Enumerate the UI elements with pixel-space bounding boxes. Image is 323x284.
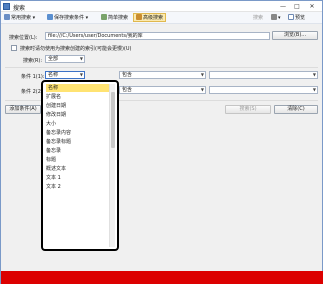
dropdown-item[interactable]: 备忘录标题 xyxy=(46,138,71,146)
minimize-button[interactable]: — xyxy=(277,2,289,11)
advanced-search-icon xyxy=(136,14,142,20)
no-index-checkbox-label: 搜索时请勿使用为搜索创建的索引(可能会更慢)(U) xyxy=(20,46,132,52)
chevron-down-icon: ▾ xyxy=(84,15,89,21)
advanced-search-button[interactable]: 高级搜索 xyxy=(133,13,167,22)
dropdown-item-selected[interactable]: 名称 xyxy=(46,84,110,92)
maximize-button[interactable]: □ xyxy=(291,2,303,11)
dropdown-item[interactable]: 备忘录内容 xyxy=(46,129,71,137)
dropdown-item[interactable]: 概述文本 xyxy=(46,165,66,173)
chevron-down-icon: ▾ xyxy=(31,15,36,21)
chevron-down-icon: ▼ xyxy=(200,87,204,92)
simple-search-icon xyxy=(101,14,107,20)
location-field[interactable]: file:///C:/Users/user/Documents/我的库 xyxy=(45,32,270,40)
toolbar: 常用搜索 ▾ 保存搜索条件 ▾ 简单搜索 高级搜索 搜索 ▾ 预览 xyxy=(1,12,322,24)
dropdown-item[interactable]: 修改日期 xyxy=(46,111,66,119)
save-icon xyxy=(47,14,53,20)
common-search-button[interactable]: 常用搜索 ▾ xyxy=(4,14,35,22)
save-search-conditions-button[interactable]: 保存搜索条件 ▾ xyxy=(47,14,88,22)
scrollbar-thumb[interactable] xyxy=(111,92,115,148)
browse-button[interactable]: 浏览(B)... xyxy=(272,31,318,40)
title-bar: 搜索 — □ ✕ xyxy=(1,1,322,12)
chevron-down-icon: ▼ xyxy=(312,72,316,77)
search-list-icon xyxy=(4,14,10,20)
chevron-down-icon: ▾ xyxy=(278,15,281,21)
search-window: 搜索 — □ ✕ 常用搜索 ▾ 保存搜索条件 ▾ 简单搜索 高级搜索 搜索 ▾ … xyxy=(0,0,323,284)
chevron-down-icon: ▼ xyxy=(79,72,83,77)
clear-button[interactable]: 清除(C) xyxy=(274,105,318,114)
divider xyxy=(5,67,318,68)
location-label: 搜索位置(L): xyxy=(9,35,38,41)
condition1-field-select[interactable]: 名称 ▼ xyxy=(45,71,85,79)
dropdown-item[interactable]: 文本 1 xyxy=(46,174,61,182)
close-button[interactable]: ✕ xyxy=(306,2,318,11)
dropdown-item[interactable]: 备忘录 xyxy=(46,147,61,155)
preview-button[interactable]: 预览 xyxy=(288,14,305,22)
search-toolbar-button[interactable]: 搜索 xyxy=(253,14,263,22)
dropdown-item[interactable]: 大小 xyxy=(46,120,56,128)
no-index-checkbox[interactable] xyxy=(11,45,17,51)
simple-search-button[interactable]: 简单搜索 xyxy=(101,14,128,22)
condition2-value-select[interactable]: ▼ xyxy=(209,86,318,94)
dropdown-item[interactable]: 标题 xyxy=(46,156,56,164)
condition2-operator-select[interactable]: 包含 ▼ xyxy=(119,86,206,94)
search-scope-select[interactable]: 全部 ▼ xyxy=(45,55,85,63)
dropdown-item[interactable]: 创建日期 xyxy=(46,102,66,110)
status-bar xyxy=(1,271,323,284)
search-scope-label: 搜索(R): xyxy=(23,58,43,64)
window-title: 搜索 xyxy=(13,5,26,12)
chevron-down-icon: ▼ xyxy=(79,56,83,61)
dropdown-item[interactable]: 扩展名 xyxy=(46,93,61,101)
chevron-down-icon: ▼ xyxy=(312,87,316,92)
app-icon xyxy=(3,3,10,10)
dropdown-item[interactable]: 文本 2 xyxy=(46,183,61,191)
options-icon xyxy=(271,14,277,20)
dropdown-scrollbar[interactable] xyxy=(109,84,115,247)
condition1-label: 条件 1(1): xyxy=(21,74,45,80)
search-button[interactable]: 搜索(S) xyxy=(225,105,271,114)
preview-icon xyxy=(288,14,294,20)
condition1-field-dropdown: 名称 扩展名 创建日期 修改日期 大小 备忘录内容 备忘录标题 备忘录 标题 概… xyxy=(41,80,119,251)
condition1-value-select[interactable]: ▼ xyxy=(209,71,318,79)
condition1-operator-select[interactable]: 包含 ▼ xyxy=(119,71,206,79)
add-condition-button[interactable]: 添加条件(A) xyxy=(5,105,41,114)
chevron-down-icon: ▼ xyxy=(200,72,204,77)
search-options-button[interactable]: ▾ xyxy=(271,14,281,22)
